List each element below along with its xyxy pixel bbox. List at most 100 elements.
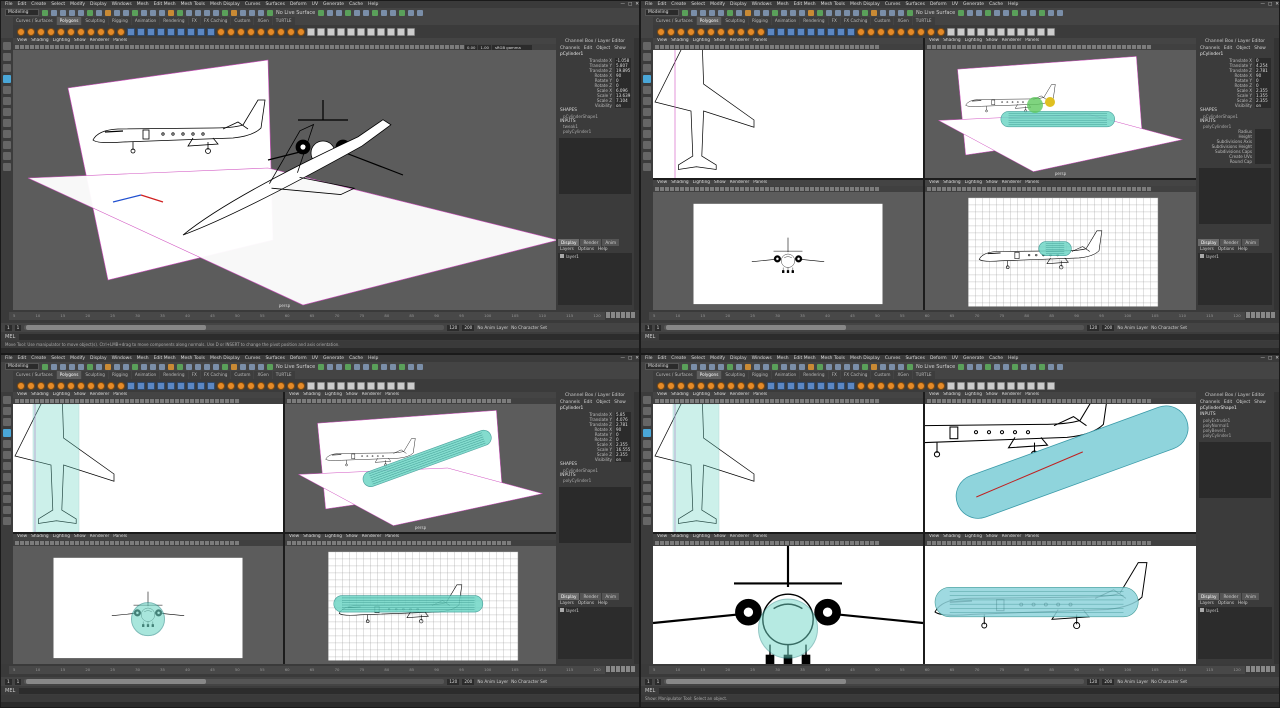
scale-tool-icon[interactable] [643,97,651,105]
panel-tool-icon[interactable] [805,541,809,545]
status-tool-icon[interactable] [853,9,859,16]
shelf-tab-fx[interactable]: FX [828,17,840,25]
shelf-tool-icon[interactable] [787,27,795,36]
panel-tool-icon[interactable] [25,399,29,403]
shelf-tool-icon[interactable] [827,27,835,36]
panel-tool-icon[interactable] [230,399,234,403]
panel-tool-icon[interactable] [1012,187,1016,191]
panel-tool-icon[interactable] [1057,187,1061,191]
panel-tool-icon[interactable] [120,399,124,403]
status-tool-icon[interactable] [763,363,769,370]
panel-tool-icon[interactable] [937,541,941,545]
status-tool-icon[interactable] [186,9,192,16]
panel-tool-icon[interactable] [482,399,486,403]
menu-uv[interactable]: UV [952,1,958,8]
status-tool-icon[interactable] [754,363,760,370]
panel-tool-icon[interactable] [382,541,386,545]
panel-tool-icon[interactable] [245,45,249,49]
step-back-icon[interactable] [611,666,615,672]
panel-tool-icon[interactable] [957,187,961,191]
shelf-tool-icon[interactable] [407,381,415,390]
status-tool-icon[interactable] [781,9,787,16]
panel-tool-icon[interactable] [992,399,996,403]
panel-tool-icon[interactable] [1102,187,1106,191]
panel-tool-icon[interactable] [80,541,84,545]
panel-tool-icon[interactable] [110,541,114,545]
panel-tool-icon[interactable] [412,399,416,403]
shelf-tool-icon[interactable] [247,381,255,390]
play-back-icon[interactable] [616,666,620,672]
range-start-field[interactable]: 1 [645,678,652,685]
panel-tool-icon[interactable] [927,399,931,403]
panel-tool-icon[interactable] [977,399,981,403]
panel-tool-icon[interactable] [145,541,149,545]
layer-tab-display[interactable]: Display [558,239,580,246]
panel-tool-icon[interactable] [952,45,956,49]
range-end-field[interactable]: 200 [462,324,475,331]
panel-tool-icon[interactable] [1102,45,1106,49]
panel-tool-icon[interactable] [140,399,144,403]
shelf-tool-icon[interactable] [287,27,295,36]
shelf-tool-icon[interactable] [697,27,705,36]
viewport[interactable] [653,192,923,310]
status-tool-icon[interactable] [691,9,697,16]
anim-layer-dropdown[interactable]: No Anim Layer [1117,679,1148,684]
panel-tool-icon[interactable] [60,45,64,49]
panel-tool-icon[interactable] [65,541,69,545]
panel-tool-icon[interactable] [40,399,44,403]
status-tool-icon[interactable] [817,9,823,16]
shelf-tab-fx-caching[interactable]: FX Caching [200,17,231,25]
status-tool-icon[interactable] [177,363,183,370]
shelf-tool-icon[interactable] [257,27,265,36]
shelf-tool-icon[interactable] [837,381,845,390]
layer-name[interactable]: layer1 [1206,608,1219,613]
panel-tool-icon[interactable] [250,45,254,49]
panel-tool-icon[interactable] [790,45,794,49]
panel-tool-icon[interactable] [1107,399,1111,403]
render-tool-icon[interactable] [327,363,334,370]
panel-tool-icon[interactable] [840,399,844,403]
panel-tool-icon[interactable] [790,399,794,403]
shelf-tool-icon[interactable] [957,27,965,36]
layer-name[interactable]: layer1 [566,254,579,259]
panel-tool-icon[interactable] [95,45,99,49]
panel-tool-icon[interactable] [997,45,1001,49]
panel-tool-icon[interactable] [150,399,154,403]
panel-tool-icon[interactable] [100,399,104,403]
panel-tool-icon[interactable] [1107,45,1111,49]
panel-tool-icon[interactable] [330,45,334,49]
status-tool-icon[interactable] [826,9,832,16]
shelf-tool-icon[interactable] [277,27,285,36]
render-tool-icon[interactable] [399,363,406,370]
status-tool-icon[interactable] [907,9,913,16]
shelf-tab-rendering[interactable]: Rendering [160,371,188,379]
panel-tool-icon[interactable] [1087,541,1091,545]
menu-file[interactable]: File [645,1,653,8]
menu-select[interactable]: Select [51,1,65,8]
panel-tool-icon[interactable] [1007,45,1011,49]
panel-tool-icon[interactable] [422,399,426,403]
shelf-tool-icon[interactable] [187,381,195,390]
status-tool-icon[interactable] [42,363,48,370]
menu-edit-mesh[interactable]: Edit Mesh [154,1,176,8]
shelf-tool-icon[interactable] [727,27,735,36]
panel-tool-icon[interactable] [1067,187,1071,191]
minimize-button[interactable]: — [1260,355,1265,362]
shelf-tool-icon[interactable] [367,27,375,36]
render-tool-icon[interactable] [976,363,983,370]
panel-tool-icon[interactable] [745,187,749,191]
panel-tool-icon[interactable] [255,45,259,49]
range-slider-bar[interactable] [664,679,1085,684]
panel-tool-icon[interactable] [225,45,229,49]
panel-tool-icon[interactable] [1122,187,1126,191]
shelf-tool-icon[interactable] [47,27,55,36]
menu-curves[interactable]: Curves [885,355,901,362]
status-tool-icon[interactable] [60,9,66,16]
shelf-tool-icon[interactable] [327,381,335,390]
shelf-tool-icon[interactable] [1027,381,1035,390]
menu-windows[interactable]: Windows [752,1,772,8]
persp-outliner-icon[interactable] [643,141,651,149]
panel-tool-icon[interactable] [397,399,401,403]
panel-tool-icon[interactable] [720,399,724,403]
panel-tool-icon[interactable] [1002,399,1006,403]
